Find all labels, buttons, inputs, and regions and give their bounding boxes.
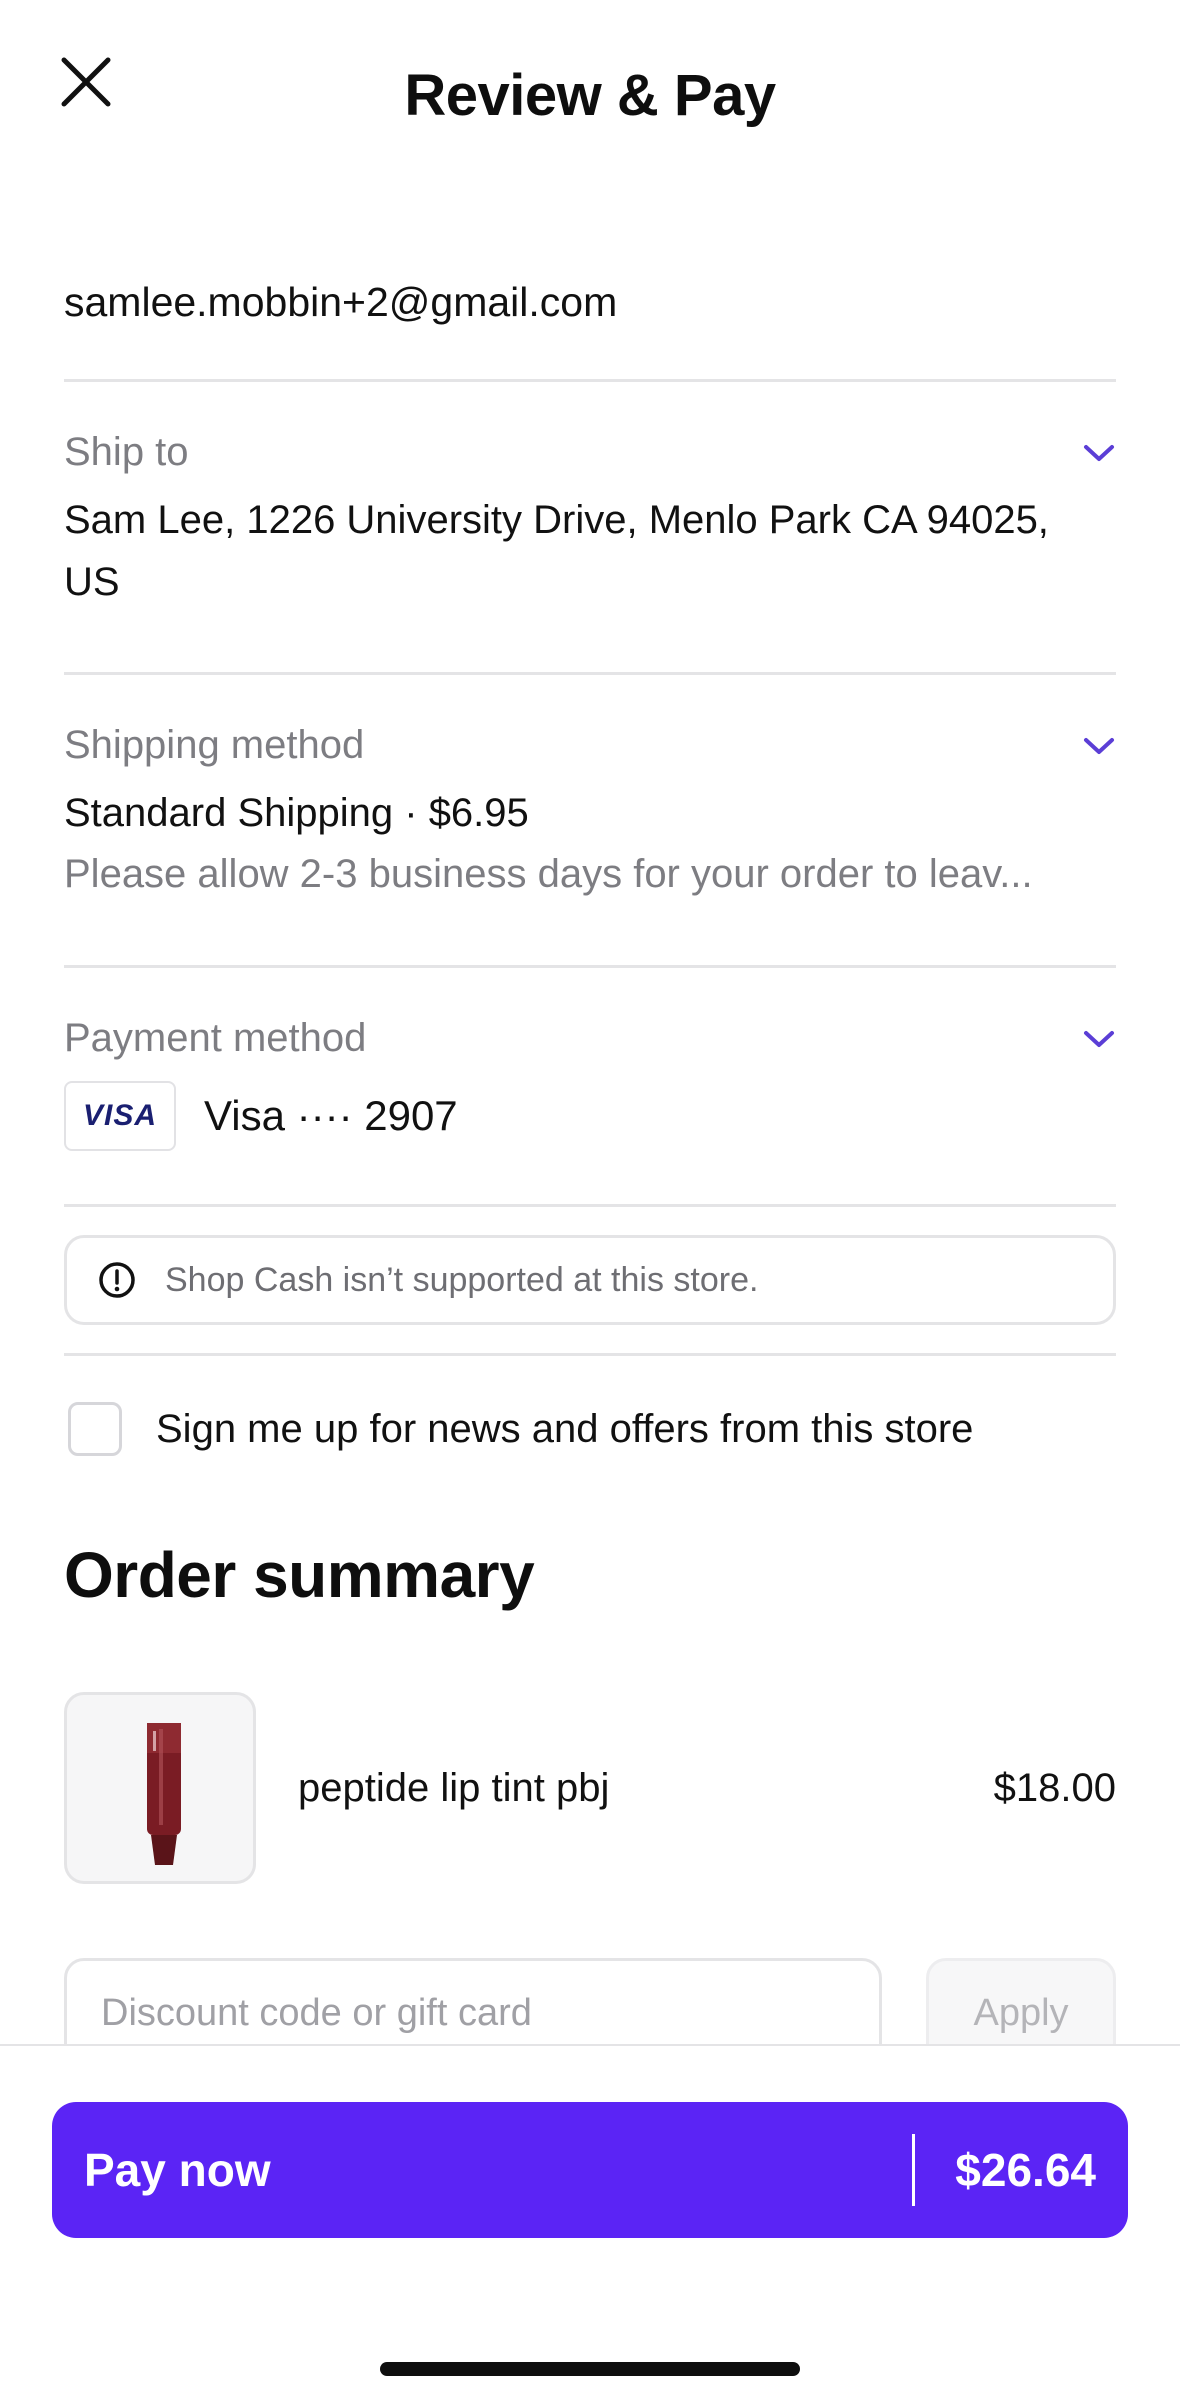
ship-to-address: Sam Lee, 1226 University Drive, Menlo Pa… (64, 489, 1116, 613)
order-line-item: peptide lip tint pbj $18.00 (64, 1692, 1116, 1884)
home-indicator[interactable] (380, 2362, 800, 2376)
product-thumbnail (64, 1692, 256, 1884)
shipping-method-label: Shipping method (64, 723, 365, 767)
alert-circle-icon (99, 1262, 135, 1298)
shipping-method-note: Please allow 2-3 business days for your … (64, 852, 1033, 896)
pay-amount: $26.64 (955, 2144, 1096, 2196)
product-price: $18.00 (993, 1765, 1116, 1810)
visa-logo-icon: VISA (64, 1081, 176, 1151)
product-name: peptide lip tint pbj (298, 1765, 610, 1810)
order-summary-title: Order summary (64, 1539, 535, 1611)
address-line-2: US (64, 560, 120, 604)
payment-method-section[interactable]: Payment method VISA Visa ···· 2907 (64, 968, 1116, 1204)
review-pay-screen: Review & Pay samlee.mobbin+2@gmail.com S… (0, 0, 1180, 2396)
payment-method-label: Payment method (64, 1016, 367, 1060)
pay-separator (912, 2134, 916, 2206)
shipping-method-value: Standard Shipping · $6.95 (64, 791, 529, 835)
pay-now-label: Pay now (84, 2144, 271, 2196)
chevron-down-icon[interactable] (1082, 442, 1116, 464)
pay-now-button[interactable]: Pay now $26.64 (52, 2102, 1128, 2238)
address-line-1: Sam Lee, 1226 University Drive, Menlo Pa… (64, 498, 1049, 542)
newsletter-checkbox[interactable] (68, 1402, 122, 1456)
lip-tint-tube-image (147, 1723, 181, 1865)
shop-cash-notice: Shop Cash isn’t supported at this store. (64, 1235, 1116, 1325)
header: Review & Pay (0, 0, 1180, 190)
card-summary: Visa ···· 2907 (204, 1092, 458, 1139)
newsletter-label[interactable]: Sign me up for news and offers from this… (156, 1407, 973, 1452)
payment-card-row: VISA Visa ···· 2907 (64, 1081, 1116, 1151)
shipping-method-section[interactable]: Shipping method Standard Shipping · $6.9… (64, 675, 1116, 965)
checkout-content: samlee.mobbin+2@gmail.com Ship to Sam Le… (64, 255, 1116, 2068)
newsletter-optin[interactable]: Sign me up for news and offers from this… (64, 1356, 1116, 1502)
bottom-pay-bar: Pay now $26.64 (0, 2044, 1180, 2396)
notice-text: Shop Cash isn’t supported at this store. (165, 1260, 759, 1299)
ship-to-section[interactable]: Ship to Sam Lee, 1226 University Drive, … (64, 382, 1116, 672)
divider (64, 1204, 1116, 1207)
contact-email[interactable]: samlee.mobbin+2@gmail.com (64, 255, 1116, 379)
chevron-down-icon[interactable] (1082, 735, 1116, 757)
page-title: Review & Pay (404, 63, 776, 128)
ship-to-label: Ship to (64, 430, 189, 474)
chevron-down-icon[interactable] (1082, 1028, 1116, 1050)
